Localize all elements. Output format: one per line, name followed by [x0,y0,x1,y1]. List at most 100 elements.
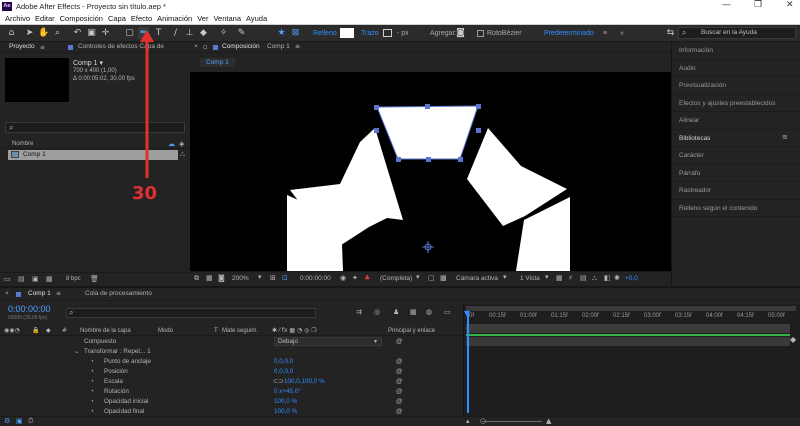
roto-brush-tool-icon[interactable]: ✧ [218,27,229,39]
maximize-icon[interactable]: ❐ [754,0,762,10]
camera-tool-icon[interactable]: ▣ [86,27,97,39]
brush-tool-icon[interactable]: ∕ [170,27,181,39]
tab-render-queue[interactable]: Cola de procesamiento [85,290,152,297]
flowchart-icon[interactable]: ⛬ [592,274,597,283]
menu-ayuda[interactable]: Ayuda [246,14,267,23]
views-dropdown[interactable]: 1 Vista [520,275,540,282]
timeline-row[interactable]: ◔ Punto de anclaje 0,0,0,0 @ [0,357,463,367]
dropdown-arrow-icon[interactable]: ▾ [374,337,377,347]
shape-segment-top[interactable] [376,105,479,160]
fast-preview-icon[interactable]: ⚡ [568,274,573,282]
hand-tool-icon[interactable]: ✋ [38,27,49,39]
clone-stamp-tool-icon[interactable]: ⊥ [184,27,195,39]
interpret-footage-icon[interactable]: ▭ [4,275,11,283]
column-t[interactable]: T [214,328,218,334]
right-item-bibliotecas[interactable]: Bibliotecas [672,130,800,147]
panel-menu-icon[interactable]: ≡ [782,133,788,141]
stroke-width-field[interactable]: - px [397,29,409,38]
column-matte[interactable]: Mate seguim. [222,328,258,334]
expand-arrow-icon[interactable]: ⌄ [74,347,79,357]
views-arrow-icon[interactable]: ▾ [545,273,549,281]
timeline-row[interactable]: ◔ Rotación 0 x+45,0° @ [0,387,463,397]
timeline-row[interactable]: Compuesto Debajo ▾ @ [0,337,463,347]
exposure-value[interactable]: +0,0 [625,275,638,282]
comp-name[interactable]: Comp 1 ▾ [73,59,103,67]
expression-icon[interactable]: @ [396,397,402,407]
workspace-menu-icon[interactable]: ≡ [603,29,607,38]
tab-composicion[interactable]: Composición [222,43,260,50]
transfer-controls-icon[interactable]: ▣ [16,417,23,425]
flowchart-icon[interactable]: ⛬ [180,150,185,159]
panel-menu-icon[interactable]: ≡ [40,44,45,51]
star-icon[interactable]: ★ [276,27,287,39]
composition-mini-flowchart-icon[interactable]: ⇉ [356,308,362,316]
color-settings-icon[interactable]: ▦ [46,275,53,283]
menu-efecto[interactable]: Efecto [131,14,152,23]
timeline-row[interactable]: ◔ Opacidad inicial 100,0 % @ [0,397,463,407]
menu-composicion[interactable]: Composición [60,14,103,23]
home-icon[interactable]: ⌂ [6,27,17,39]
expression-icon[interactable]: @ [396,357,402,367]
comp-button-icon[interactable]: ◆ [790,335,796,344]
right-item-audio[interactable]: Audio [672,60,800,77]
column-name[interactable]: Nombre [12,141,33,147]
pixel-aspect-icon[interactable]: ▦ [556,274,563,282]
stopwatch-icon[interactable]: ◔ [90,357,94,367]
stopwatch-icon[interactable]: ◔ [90,377,94,387]
safe-zones-icon[interactable]: ⊞ [270,274,276,282]
zoom-in-icon[interactable]: ▲ [546,417,551,425]
workspace-overflow-icon[interactable]: » [620,29,624,38]
new-folder-icon[interactable]: ▤ [18,275,25,283]
expression-icon[interactable]: @ [396,377,402,387]
resolution-dropdown[interactable]: (Completa) [380,275,412,282]
show-snapshot-icon[interactable]: ✦ [352,274,358,282]
av-features-icon[interactable]: ◉◉◔ [4,327,20,334]
row-value[interactable]: 0,0,0,0 [274,367,293,377]
expression-icon[interactable]: @ [396,367,402,377]
puppet-tool-icon[interactable]: ✎ [236,27,247,39]
expression-icon[interactable]: @ [396,387,402,397]
zoom-slider[interactable] [482,421,542,422]
close-tab-icon[interactable]: × [5,290,9,297]
eraser-tool-icon[interactable]: ◆ [198,27,209,39]
grid-icon[interactable]: ▦ [206,274,213,282]
close-icon[interactable]: ✕ [786,0,794,10]
motion-blur-icon[interactable]: ◍ [426,308,432,316]
playhead[interactable] [467,313,469,413]
exposure-icon[interactable]: ✺ [614,274,620,282]
resolution-arrow-icon[interactable]: ▾ [416,273,420,281]
row-value[interactable]: 100,0 % [274,397,297,407]
close-tab-icon[interactable]: × [194,43,198,50]
timeline-timecode[interactable]: 0:00:00:00 [8,304,51,314]
comp-viewer[interactable] [190,72,671,271]
menu-ventana[interactable]: Ventana [213,14,241,23]
delete-icon[interactable]: 🗑 [90,275,99,283]
timeline-icon[interactable]: ▤ [580,274,587,282]
toggle-transparency-icon[interactable]: ⊡ [282,274,288,282]
row-value[interactable]: 0 x+45,0° [274,387,301,397]
pan-behind-tool-icon[interactable]: ✛ [100,27,111,39]
zoom-dropdown[interactable]: 200% [232,275,249,282]
shy-icon[interactable]: ♟ [393,308,399,316]
row-value[interactable]: 100,0,100,0 % [284,377,325,387]
right-item-efectos[interactable]: Efectos y ajustes preestablecidos [672,95,800,112]
menu-capa[interactable]: Capa [108,14,126,23]
timeline-row[interactable]: ◔ Escala ⊂⊃ 100,0,100,0 % @ [0,377,463,387]
column-mode[interactable]: Modo [158,328,173,334]
layer-duration-bar[interactable] [466,334,790,336]
timeline-row[interactable]: ⌄ Transformar : Repet... 1 [0,347,463,357]
sync-icon[interactable]: ⇆ [665,27,676,39]
time-stretch-icon[interactable]: ⏱ [28,417,33,426]
mask-icon[interactable]: ◙ [218,274,225,282]
channel-icon[interactable]: ♣ [364,274,370,282]
add-vertex-icon[interactable]: ◙ [455,27,466,39]
panel-menu-icon[interactable]: ≡ [295,43,300,50]
right-item-parrafo[interactable]: Párrafo [672,165,800,182]
zoom-tool-icon[interactable]: ⌕ [52,27,63,39]
right-item-caracter[interactable]: Carácter [672,147,800,165]
graph-editor-icon[interactable]: ▭ [444,308,451,316]
camera-arrow-icon[interactable]: ▾ [503,273,507,281]
draft-3d-icon[interactable]: ◎ [374,308,380,316]
camera-dropdown[interactable]: Cámara activa [456,275,498,282]
rotate-tool-icon[interactable]: ↶ [72,27,83,39]
